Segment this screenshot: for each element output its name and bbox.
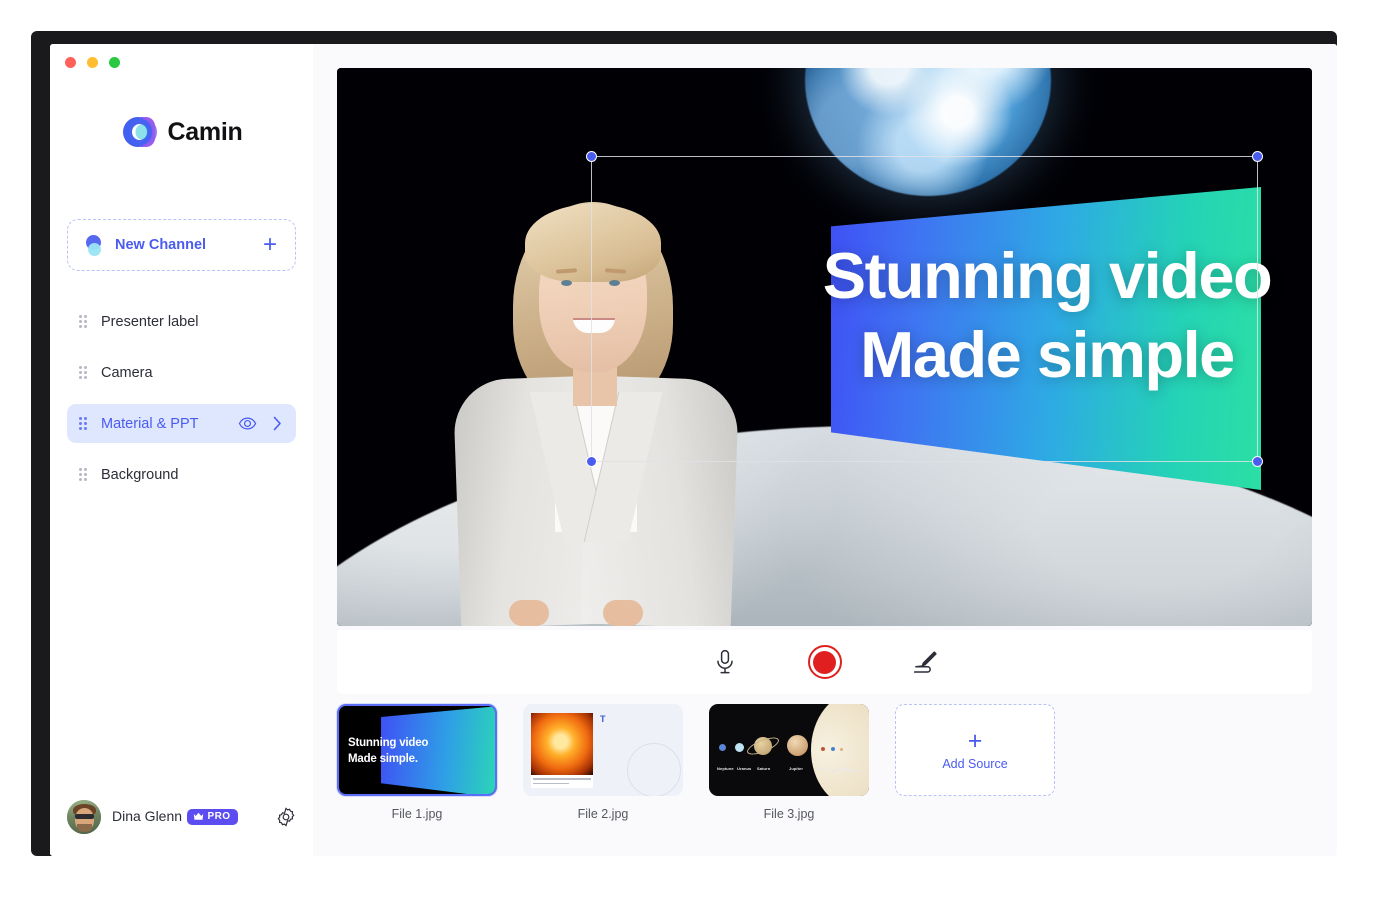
- planet-label: Mercury: [845, 768, 862, 773]
- drag-grip-icon[interactable]: [79, 366, 88, 379]
- add-source-button[interactable]: + Add Source: [895, 704, 1055, 796]
- sidebar-item-material-and-ppt[interactable]: Material & PPT: [67, 404, 296, 443]
- selection-edge-top: [591, 156, 1258, 157]
- app-name: Camin: [167, 117, 243, 146]
- thumbnail-slide-text: Stunning video Made simple.: [348, 736, 428, 767]
- image-caption-block: [531, 775, 593, 788]
- sidebar-item-label: Camera: [101, 364, 153, 381]
- pen-annotate-icon: [913, 651, 937, 673]
- plus-icon: +: [967, 727, 983, 755]
- selection-frame[interactable]: [586, 151, 1263, 467]
- status-badge: PRO: [186, 808, 239, 825]
- sun-image-icon: [531, 713, 593, 775]
- user-profile[interactable]: Dina Glenn PRO: [67, 800, 296, 834]
- sidebar: Camin New Channel + Presenter label Came…: [50, 44, 313, 856]
- thumbnail-preview-file-2[interactable]: T: [523, 704, 683, 796]
- thumbnail-preview-file-1[interactable]: Stunning video Made simple.: [337, 704, 497, 796]
- camin-logo-icon: [121, 116, 157, 148]
- sidebar-item-camera[interactable]: Camera: [67, 353, 296, 392]
- thumbnail-preview-file-3[interactable]: Neptune Uranus Saturn Jupiter Mars Earth…: [709, 704, 869, 796]
- gear-icon[interactable]: [276, 807, 296, 827]
- planet-label: Jupiter: [789, 766, 804, 771]
- sidebar-item-label: Material & PPT: [101, 415, 199, 432]
- slide-body-text: T: [600, 713, 681, 796]
- microphone-button[interactable]: [706, 643, 744, 681]
- selection-edge-left: [591, 156, 592, 462]
- sidebar-nav: Presenter label Camera Material & PPT Ba…: [67, 302, 296, 506]
- playback-control-bar: [337, 630, 1312, 694]
- add-source-cell[interactable]: + Add Source: [895, 704, 1055, 821]
- sidebar-item-background[interactable]: Background: [67, 455, 296, 494]
- selection-edge-right: [1257, 156, 1258, 462]
- avatar: [67, 800, 101, 834]
- annotate-button[interactable]: [906, 643, 944, 681]
- selection-edge-bottom: [591, 461, 1258, 462]
- crown-icon: [193, 812, 203, 820]
- thumbnail-item[interactable]: Neptune Uranus Saturn Jupiter Mars Earth…: [709, 704, 869, 821]
- app-brand: Camin: [50, 116, 313, 148]
- video-canvas[interactable]: Stunning video Made simple: [337, 68, 1312, 626]
- planet-label: Uranus: [737, 766, 752, 771]
- maximize-window-button[interactable]: [109, 57, 120, 68]
- sidebar-item-presenter-label[interactable]: Presenter label: [67, 302, 296, 341]
- minimize-window-button[interactable]: [87, 57, 98, 68]
- resize-handle-bottom-right[interactable]: [1252, 456, 1263, 467]
- channel-dots-icon: [86, 234, 103, 256]
- user-name: Dina Glenn: [112, 808, 183, 824]
- resize-handle-top-left[interactable]: [586, 151, 597, 162]
- sidebar-item-label: Background: [101, 466, 179, 483]
- window-traffic-lights: [65, 57, 120, 68]
- drag-grip-icon[interactable]: [79, 468, 88, 481]
- add-source-label: Add Source: [942, 757, 1008, 771]
- thumbnail-item[interactable]: T File 2.jpg: [523, 704, 683, 821]
- planet-label: Mars: [817, 766, 827, 771]
- drag-grip-icon[interactable]: [79, 417, 88, 430]
- chevron-right-icon[interactable]: [273, 416, 282, 431]
- resize-handle-bottom-left[interactable]: [586, 456, 597, 467]
- thumbnail-item[interactable]: Stunning video Made simple. File 1.jpg: [337, 704, 497, 821]
- record-icon: [807, 645, 842, 679]
- microphone-icon: [716, 649, 733, 674]
- drag-grip-icon[interactable]: [79, 315, 88, 328]
- eye-icon[interactable]: [238, 414, 257, 433]
- main-content: Stunning video Made simple Stunning vide…: [313, 44, 1337, 856]
- thumbnail-slide-line-1: Stunning video: [348, 737, 429, 749]
- close-window-button[interactable]: [65, 57, 76, 68]
- user-info: Dina Glenn PRO: [112, 808, 276, 826]
- planet-label: Neptune: [717, 766, 734, 771]
- app-window: Camin New Channel + Presenter label Came…: [50, 44, 1337, 856]
- sidebar-item-label: Presenter label: [101, 313, 199, 330]
- new-channel-label: New Channel: [115, 237, 207, 253]
- badge-label: PRO: [207, 811, 231, 822]
- new-channel-button[interactable]: New Channel +: [67, 219, 296, 271]
- thumbnail-caption: File 2.jpg: [577, 807, 629, 821]
- plus-icon[interactable]: +: [263, 233, 277, 257]
- source-thumbnail-strip: Stunning video Made simple. File 1.jpg T: [337, 704, 1055, 821]
- thumbnail-slide-line-2: Made simple.: [348, 752, 418, 765]
- record-button[interactable]: [806, 643, 844, 681]
- thumbnail-caption: File 3.jpg: [763, 807, 815, 821]
- thumbnail-caption: File 1.jpg: [391, 807, 443, 821]
- planet-label: Saturn: [757, 766, 771, 771]
- resize-handle-top-right[interactable]: [1252, 151, 1263, 162]
